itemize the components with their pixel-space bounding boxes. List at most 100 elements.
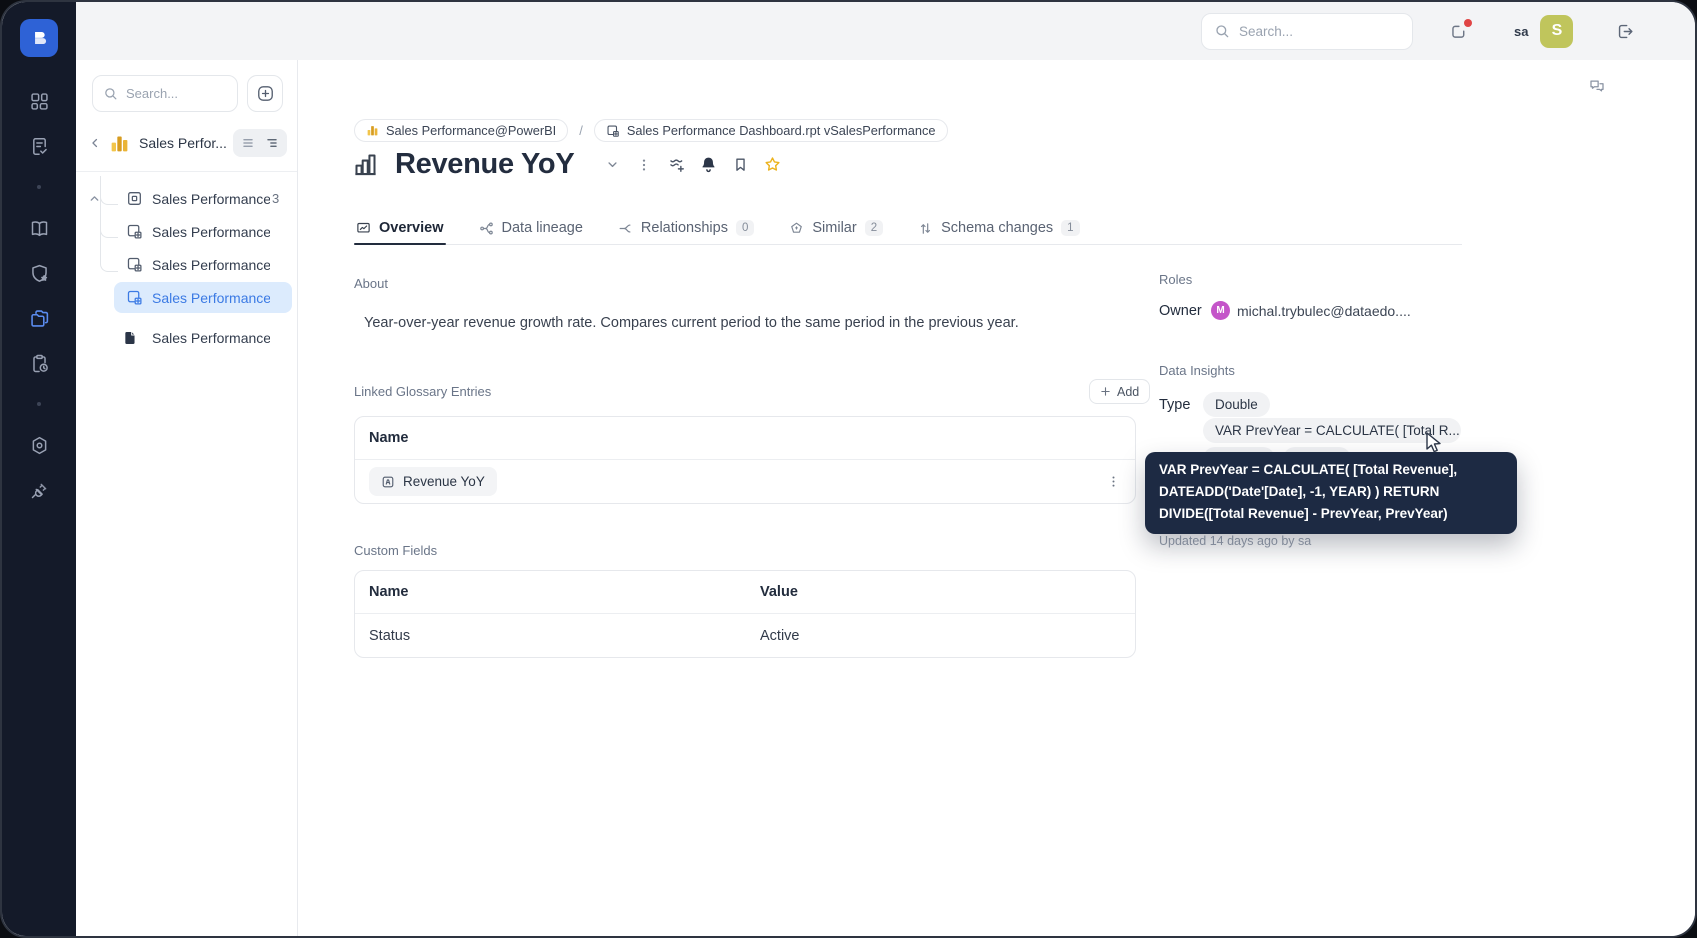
glossary-entry-link[interactable]: Revenue YoY xyxy=(369,467,497,496)
breadcrumb-item-source[interactable]: Sales Performance@PowerBI xyxy=(354,119,569,142)
glossary-term-icon xyxy=(382,476,394,487)
bell-icon xyxy=(702,157,715,173)
left-nav-rail xyxy=(2,2,76,936)
collapse-panel-button[interactable] xyxy=(88,136,102,150)
source-root-row[interactable]: Sales Perfor... xyxy=(88,129,287,157)
shield-star-icon xyxy=(31,264,47,282)
definition-tooltip: VAR PrevYear = CALCULATE( [Total Revenue… xyxy=(1145,452,1517,534)
add-object-button[interactable] xyxy=(247,75,283,112)
tab-bar: Overview Data lineage Relationships 0 Si… xyxy=(354,212,1462,245)
nav-settings-button[interactable] xyxy=(19,425,59,465)
panel-search-input[interactable] xyxy=(126,86,226,101)
bookmark-button[interactable] xyxy=(724,151,756,179)
folder-copy-icon xyxy=(30,309,48,327)
tooltip-line: DATEADD('Date'[Date], -1, YEAR) ) RETURN xyxy=(1159,484,1440,499)
glossary-table: Name Revenue YoY xyxy=(354,416,1136,504)
data-insights-heading: Data Insights xyxy=(1159,363,1235,378)
breadcrumb-separator: / xyxy=(579,123,583,138)
book-icon xyxy=(31,220,47,236)
logo-glyph-icon xyxy=(33,31,47,45)
owner-email[interactable]: michal.trybulec@dataedo.... xyxy=(1237,303,1411,319)
tab-similar[interactable]: Similar 2 xyxy=(787,212,885,244)
tree-item-child[interactable]: Sales Performance Da... xyxy=(76,248,297,281)
tab-relationships[interactable]: Relationships 0 xyxy=(616,212,756,244)
title-row: Revenue YoY xyxy=(352,148,788,181)
tree-item-child[interactable]: Sales Performance Da... xyxy=(76,215,297,248)
add-glossary-entry-button[interactable]: Add xyxy=(1089,379,1151,404)
search-icon xyxy=(1216,25,1229,38)
tab-schema-changes[interactable]: Schema changes 1 xyxy=(916,212,1081,244)
tooltip-line: DIVIDE([Total Revenue] - PrevYear, PrevY… xyxy=(1159,506,1448,521)
classify-button[interactable] xyxy=(660,151,692,179)
nav-dashboard-button[interactable] xyxy=(19,81,59,121)
type-label: Type xyxy=(1159,396,1191,413)
tab-badge: 2 xyxy=(864,220,884,236)
app-window: sa S xyxy=(0,0,1697,938)
title-more-button[interactable] xyxy=(628,151,660,179)
title-dropdown-button[interactable] xyxy=(596,151,628,179)
glossary-column-header: Name xyxy=(355,417,1135,460)
tree-item-sibling[interactable]: Sales Performance Da... xyxy=(76,321,297,354)
overview-icon xyxy=(356,221,371,236)
comments-button[interactable] xyxy=(1588,77,1606,95)
nav-doc-check-button[interactable] xyxy=(19,126,59,166)
tree-item-child-selected[interactable]: Sales Performance Da... xyxy=(76,281,297,314)
tree-item-label: Sales Performance Da... xyxy=(152,329,270,346)
dataedo-logo[interactable] xyxy=(20,19,58,57)
owner-avatar: M xyxy=(1211,301,1230,320)
cf-row-name: Status xyxy=(369,627,411,644)
tab-badge: 1 xyxy=(1061,220,1080,236)
object-tree: Sales Performance ... 3 Sales Performanc… xyxy=(76,176,297,354)
custom-fields-heading: Custom Fields xyxy=(354,543,438,558)
tree-view-toggle[interactable] xyxy=(260,132,284,154)
nav-requests-button[interactable] xyxy=(19,343,59,383)
source-root-label: Sales Perfor... xyxy=(139,135,227,151)
chevron-left-icon xyxy=(92,138,98,148)
title-actions xyxy=(596,151,788,179)
global-search[interactable] xyxy=(1201,12,1413,50)
glossary-row-menu-button[interactable] xyxy=(1106,474,1121,489)
panel-search[interactable] xyxy=(92,75,239,112)
tooltip-line: VAR PrevYear = CALCULATE( [Total Revenue… xyxy=(1159,462,1458,477)
rail-separator-dot xyxy=(37,185,41,189)
list-view-toggle[interactable] xyxy=(236,132,260,154)
tab-label: Relationships xyxy=(640,220,728,236)
panel-divider xyxy=(76,171,297,172)
main-content: Sales Performance@PowerBI / Sales Perfor… xyxy=(298,60,1581,936)
about-text: Year-over-year revenue growth rate. Comp… xyxy=(364,315,1019,331)
nav-quality-button[interactable] xyxy=(19,253,59,293)
tab-data-lineage[interactable]: Data lineage xyxy=(477,212,585,244)
definition-pill[interactable]: VAR PrevYear = CALCULATE( [Total R... xyxy=(1203,418,1461,443)
custom-field-row: Status Active xyxy=(355,614,1135,657)
topbar: sa S xyxy=(76,2,1695,60)
powerbi-icon xyxy=(366,124,379,137)
report-grid-icon xyxy=(126,256,143,273)
powerbi-icon xyxy=(111,136,128,151)
tab-overview[interactable]: Overview xyxy=(354,212,446,245)
relationships-icon xyxy=(618,221,633,236)
comments-rail xyxy=(1577,60,1695,936)
star-icon xyxy=(765,157,780,171)
rail-icon-list xyxy=(19,81,59,515)
logout-button[interactable] xyxy=(1616,22,1635,41)
nav-catalog-button[interactable] xyxy=(19,298,59,338)
nav-connections-button[interactable] xyxy=(19,470,59,510)
tree-item-label: Sales Performance ... xyxy=(152,190,270,207)
tab-label: Schema changes xyxy=(941,220,1054,236)
glossary-entry-label: Revenue YoY xyxy=(403,474,485,489)
cf-col-name: Name xyxy=(369,584,409,600)
cf-row-value: Active xyxy=(760,627,800,644)
document-filled-icon xyxy=(122,330,138,346)
kebab-icon xyxy=(1112,476,1115,487)
subscribe-button[interactable] xyxy=(692,151,724,179)
notifications-button[interactable] xyxy=(1449,18,1472,41)
classify-icon xyxy=(670,159,684,172)
breadcrumb-item-report[interactable]: Sales Performance Dashboard.rpt vSalesPe… xyxy=(593,119,948,142)
global-search-input[interactable] xyxy=(1239,23,1399,39)
favorite-button[interactable] xyxy=(756,151,788,179)
type-row: Type Double xyxy=(1159,392,1270,417)
nav-glossary-button[interactable] xyxy=(19,208,59,248)
hexagon-settings-icon xyxy=(32,436,46,454)
user-avatar[interactable]: S xyxy=(1540,14,1574,48)
notification-dot xyxy=(1464,18,1472,27)
